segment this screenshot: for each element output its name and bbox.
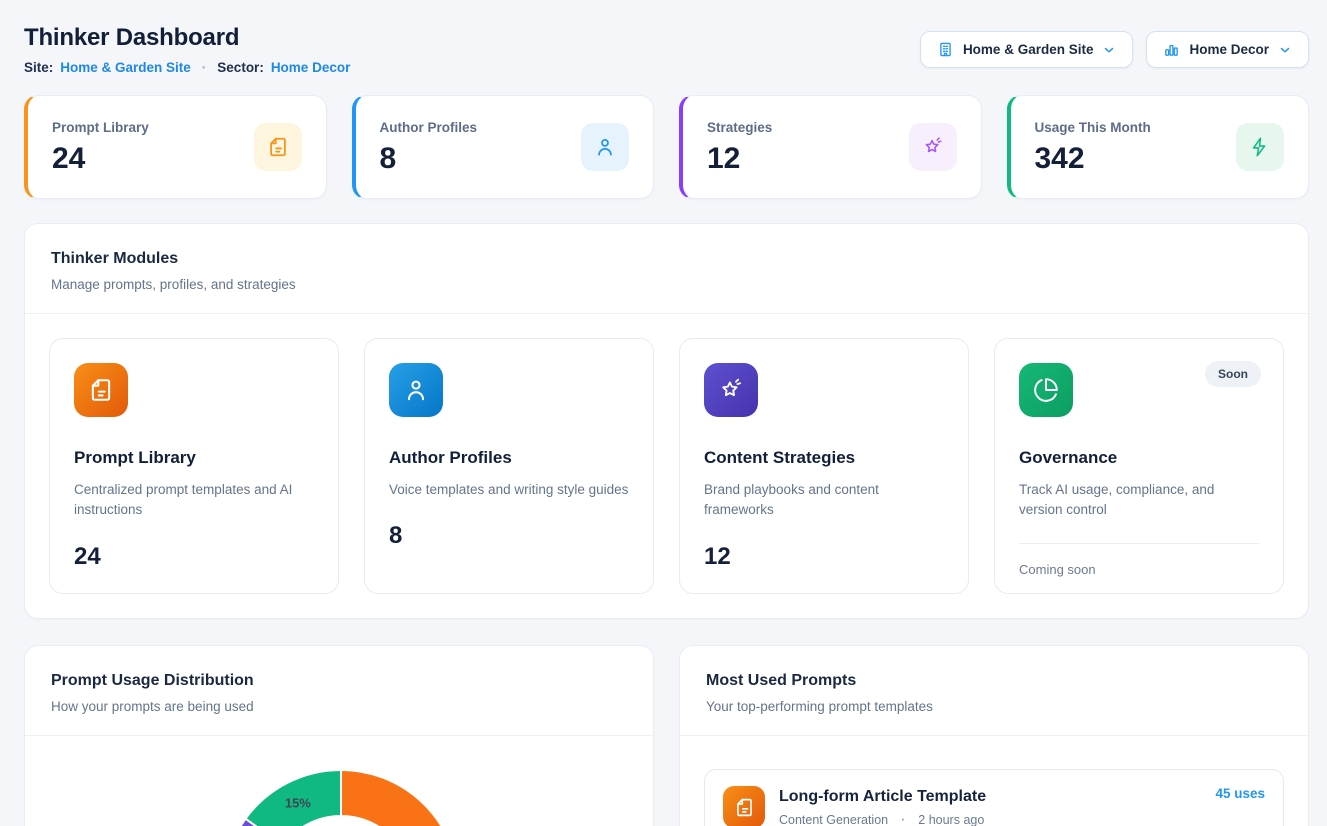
stat-text: Usage This Month 342: [1035, 120, 1151, 174]
user-icon: [389, 363, 443, 417]
file-text-icon: [254, 123, 302, 171]
module-card-author-profiles[interactable]: Author Profiles Voice templates and writ…: [364, 338, 654, 594]
prompts-subtitle: Your top-performing prompt templates: [706, 699, 1282, 714]
stats-row: Prompt Library 24 Author Profiles 8: [24, 95, 1309, 199]
stat-label: Usage This Month: [1035, 120, 1151, 135]
header: Thinker Dashboard Site: Home & Garden Si…: [24, 24, 1309, 75]
dashboard-page: Thinker Dashboard Site: Home & Garden Si…: [0, 0, 1327, 826]
soon-badge: Soon: [1205, 361, 1261, 387]
header-left: Thinker Dashboard Site: Home & Garden Si…: [24, 24, 350, 75]
module-count: 24: [74, 543, 314, 571]
stat-value: 8: [380, 144, 478, 174]
module-title: Author Profiles: [389, 448, 629, 468]
prompt-title: Long-form Article Template: [779, 788, 986, 806]
file-text-icon: [74, 363, 128, 417]
pie-chart-icon: [1019, 363, 1073, 417]
bar-chart-icon: [1163, 41, 1180, 58]
stat-card-author-profiles: Author Profiles 8: [352, 95, 655, 199]
module-description: Centralized prompt templates and AI inst…: [74, 480, 314, 521]
donut-segment-label: 15%: [285, 795, 311, 810]
prompt-list: Long-form Article Template Content Gener…: [680, 736, 1308, 826]
stat-card-prompt-library: Prompt Library 24: [24, 95, 327, 199]
module-description: Brand playbooks and content frameworks: [704, 480, 944, 521]
site-link[interactable]: Home & Garden Site: [60, 60, 191, 75]
stat-text: Prompt Library 24: [52, 120, 149, 174]
module-title: Prompt Library: [74, 448, 314, 468]
prompt-category: Content Generation: [779, 813, 888, 826]
stat-text: Author Profiles 8: [380, 120, 478, 174]
prompt-uses-count: 45 uses: [1215, 786, 1265, 801]
divider: [1019, 543, 1259, 544]
bottom-row: Prompt Usage Distribution How your promp…: [24, 645, 1309, 826]
sparkle-star-icon: [704, 363, 758, 417]
prompt-list-item[interactable]: Long-form Article Template Content Gener…: [704, 769, 1284, 826]
usage-header: Prompt Usage Distribution How your promp…: [25, 646, 653, 735]
stat-value: 342: [1035, 144, 1151, 174]
most-used-prompts-card: Most Used Prompts Your top-performing pr…: [679, 645, 1309, 826]
module-title: Content Strategies: [704, 448, 944, 468]
stat-label: Author Profiles: [380, 120, 478, 135]
module-count: 8: [389, 522, 629, 550]
coming-soon-text: Coming soon: [1019, 562, 1259, 577]
sector-selector-dropdown[interactable]: Home Decor: [1146, 31, 1309, 68]
building-icon: [937, 41, 954, 58]
prompts-header: Most Used Prompts Your top-performing pr…: [680, 646, 1308, 735]
stat-label: Strategies: [707, 120, 772, 135]
lightning-icon: [1236, 123, 1284, 171]
sector-label: Sector:: [217, 60, 264, 75]
chevron-down-icon: [1278, 43, 1292, 57]
stat-value: 24: [52, 144, 149, 174]
usage-donut-chart[interactable]: 15%: [221, 768, 461, 826]
prompt-meta: Content Generation · 2 hours ago: [779, 813, 986, 826]
usage-title: Prompt Usage Distribution: [51, 672, 627, 690]
stat-label: Prompt Library: [52, 120, 149, 135]
page-title: Thinker Dashboard: [24, 24, 350, 52]
modules-title: Thinker Modules: [51, 250, 1282, 268]
file-text-icon: [723, 786, 765, 826]
sector-link[interactable]: Home Decor: [271, 60, 351, 75]
site-label: Site:: [24, 60, 53, 75]
donut-segment[interactable]: [341, 770, 459, 826]
usage-subtitle: How your prompts are being used: [51, 699, 627, 714]
stat-card-strategies: Strategies 12: [679, 95, 982, 199]
site-sector-breadcrumb: Site: Home & Garden Site · Sector: Home …: [24, 60, 350, 75]
divider: [25, 735, 653, 736]
sparkle-star-icon: [909, 123, 957, 171]
chevron-down-icon: [1102, 43, 1116, 57]
stat-text: Strategies 12: [707, 120, 772, 174]
modules-header: Thinker Modules Manage prompts, profiles…: [25, 224, 1308, 313]
meta-separator: ·: [897, 813, 909, 826]
stat-card-usage: Usage This Month 342: [1007, 95, 1310, 199]
meta-separator: ·: [198, 60, 211, 75]
site-selector-label: Home & Garden Site: [963, 42, 1094, 57]
prompt-text: Long-form Article Template Content Gener…: [779, 788, 986, 826]
thinker-modules-card: Thinker Modules Manage prompts, profiles…: [24, 223, 1309, 619]
module-card-prompt-library[interactable]: Prompt Library Centralized prompt templa…: [49, 338, 339, 594]
module-description: Track AI usage, compliance, and version …: [1019, 480, 1259, 521]
header-controls: Home & Garden Site Home Decor: [920, 31, 1309, 68]
prompts-title: Most Used Prompts: [706, 672, 1282, 690]
module-card-governance[interactable]: Soon Governance Track AI usage, complian…: [994, 338, 1284, 594]
prompt-time: 2 hours ago: [918, 813, 984, 826]
modules-grid: Prompt Library Centralized prompt templa…: [25, 314, 1308, 618]
site-selector-dropdown[interactable]: Home & Garden Site: [920, 31, 1134, 68]
module-description: Voice templates and writing style guides: [389, 480, 629, 500]
module-title: Governance: [1019, 448, 1259, 468]
module-count: 12: [704, 543, 944, 571]
module-card-content-strategies[interactable]: Content Strategies Brand playbooks and c…: [679, 338, 969, 594]
usage-distribution-card: Prompt Usage Distribution How your promp…: [24, 645, 654, 826]
stat-value: 12: [707, 144, 772, 174]
user-icon: [581, 123, 629, 171]
modules-subtitle: Manage prompts, profiles, and strategies: [51, 277, 1282, 292]
sector-selector-label: Home Decor: [1189, 42, 1269, 57]
